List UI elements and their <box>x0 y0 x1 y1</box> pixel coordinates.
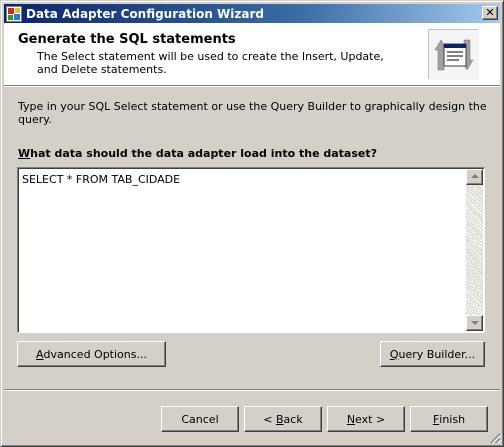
cancel-button[interactable]: Cancel <box>161 406 239 432</box>
sql-statement-textarea[interactable]: SELECT * FROM TAB_CIDADE <box>17 167 485 333</box>
header-divider-highlight <box>4 86 500 87</box>
back-button[interactable]: < Back <box>244 406 322 432</box>
footer-divider-highlight <box>4 390 500 391</box>
finish-button[interactable]: Finish <box>410 406 488 432</box>
next-button[interactable]: Next > <box>327 406 405 432</box>
page-description: The Select statement will be used to cre… <box>37 50 384 76</box>
wizard-window: Data Adapter Configuration Wizard ✕ Gene… <box>0 0 504 447</box>
query-builder-button[interactable]: Query Builder... <box>380 341 485 367</box>
title-bar[interactable]: Data Adapter Configuration Wizard ✕ <box>4 4 500 23</box>
advanced-options-button[interactable]: Advanced Options... <box>17 341 166 367</box>
intro-text: Type in your SQL Select statement or use… <box>18 100 487 126</box>
wizard-header: Generate the SQL statements The Select s… <box>4 23 500 85</box>
wizard-app-icon[interactable] <box>6 5 22 22</box>
close-icon[interactable]: ✕ <box>482 6 498 20</box>
scroll-down-icon[interactable] <box>466 315 483 331</box>
vertical-scrollbar[interactable] <box>466 169 483 331</box>
page-title: Generate the SQL statements <box>18 32 236 47</box>
sql-document-arrows-icon <box>428 29 479 80</box>
window-title: Data Adapter Configuration Wizard <box>26 6 264 21</box>
scroll-up-icon[interactable] <box>466 169 483 185</box>
sql-question-label: What data should the data adapter load i… <box>18 147 377 160</box>
resize-grip-icon[interactable] <box>488 431 500 443</box>
sql-statement-text[interactable]: SELECT * FROM TAB_CIDADE <box>22 173 180 186</box>
